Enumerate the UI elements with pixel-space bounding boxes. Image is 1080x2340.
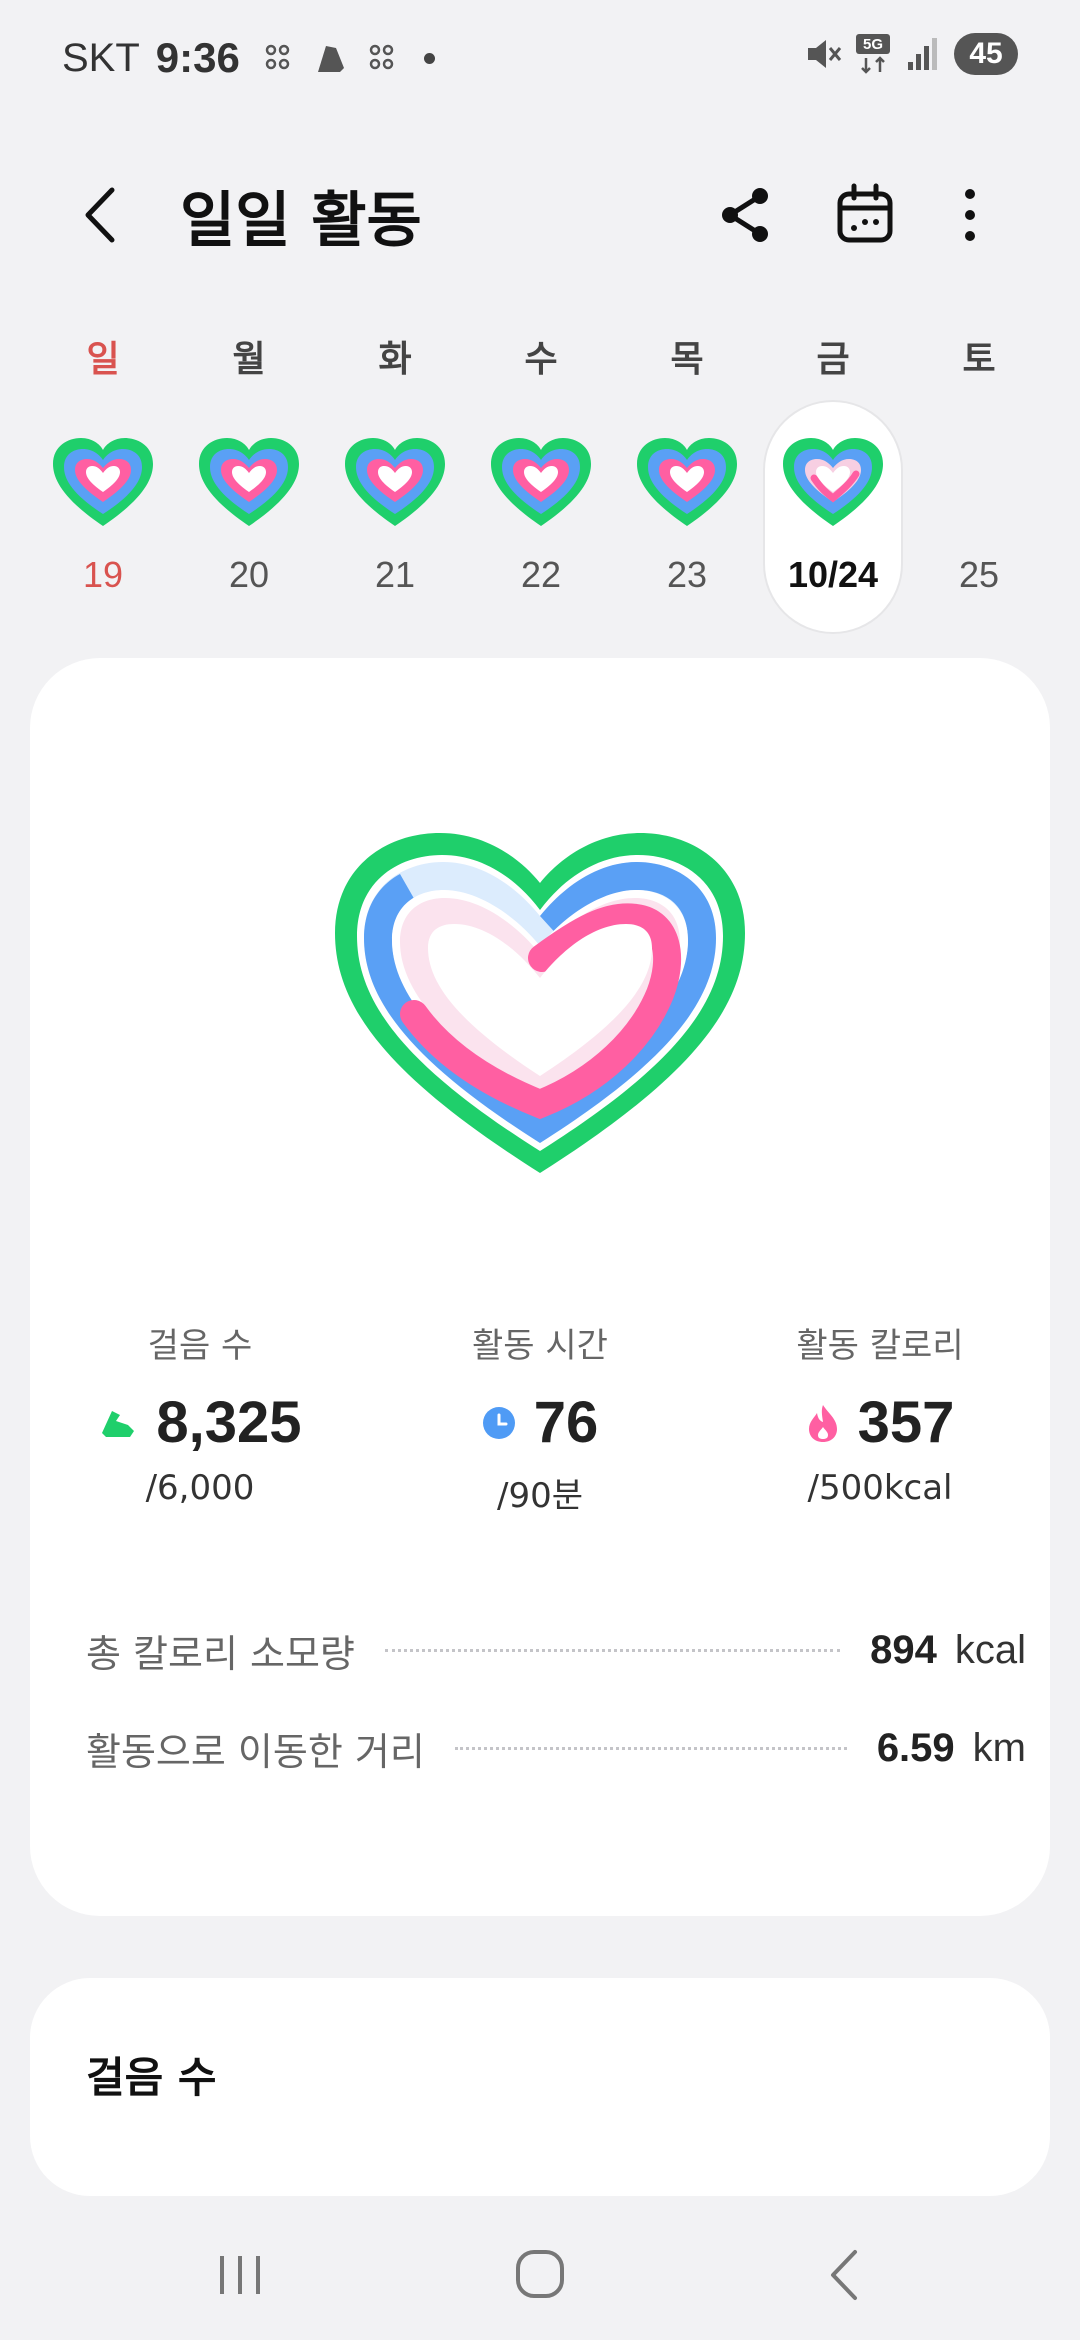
battery-indicator: 45 <box>954 33 1018 75</box>
total-calories-row: 총 칼로리 소모량 894 kcal <box>86 1620 1026 1680</box>
active-calories-value: 357 <box>857 1390 955 1455</box>
day-friday-selected[interactable]: 금 10/24 <box>763 330 903 632</box>
status-bar: SKT 9:36 5G 45 <box>0 0 1080 115</box>
active-time-stat[interactable]: 활동 시간 76 /90분 <box>370 1318 710 1517</box>
activity-heart-icon <box>783 438 883 526</box>
day-sunday[interactable]: 일 19 <box>33 330 173 630</box>
day-wednesday[interactable]: 수 22 <box>471 330 611 630</box>
activity-heart-icon <box>637 438 737 526</box>
calendar-icon <box>837 183 893 243</box>
steps-card[interactable]: 걸음 수 <box>30 1978 1050 2196</box>
day-date: 10/24 <box>787 554 879 595</box>
day-date: 19 <box>82 554 124 595</box>
day-tuesday[interactable]: 화 21 <box>325 330 465 630</box>
activity-stats: 걸음 수 8,325 /6,000 활동 시간 76 /90분 활동 칼로리 3… <box>30 1318 1050 1518</box>
dotted-leader <box>384 1648 841 1652</box>
back-arrow-icon <box>831 2250 857 2300</box>
day-date: 21 <box>374 554 416 595</box>
activity-heart-icon <box>491 438 591 526</box>
distance-unit: km <box>972 1725 1026 1770</box>
back-button[interactable] <box>70 180 140 250</box>
day-date: 20 <box>228 554 270 595</box>
daily-activity-card: 걸음 수 8,325 /6,000 활동 시간 76 /90분 활동 칼로리 3… <box>30 658 1050 1916</box>
day-name: 화 <box>378 339 412 380</box>
shoe-icon <box>102 1410 135 1437</box>
network-5g-icon: 5G <box>856 34 890 74</box>
day-date: 25 <box>958 554 1000 595</box>
total-calories-unit: kcal <box>954 1627 1026 1672</box>
week-selector: 일 19 월 20 화 21 수 22 목 23 금 10/24 토 25 <box>0 330 1080 640</box>
day-thursday[interactable]: 목 23 <box>617 330 757 630</box>
activity-heart-icon <box>53 438 153 526</box>
home-icon <box>516 2250 564 2298</box>
day-date: 22 <box>520 554 562 595</box>
more-options-button[interactable] <box>940 180 1010 250</box>
active-time-value: 76 <box>533 1390 599 1455</box>
day-name: 목 <box>670 339 704 380</box>
clock-icon <box>482 1406 515 1439</box>
home-button[interactable] <box>500 2240 580 2310</box>
recent-apps-icon <box>220 2256 260 2294</box>
page-title: 일일 활동 <box>180 186 422 256</box>
steps-goal: /6,000 <box>145 1468 255 1508</box>
active-calories-stat[interactable]: 활동 칼로리 357 /500kcal <box>710 1318 1050 1508</box>
activity-heart-icon <box>345 438 445 526</box>
share-button[interactable] <box>710 180 780 250</box>
steps-card-title: 걸음 수 <box>86 2053 217 2102</box>
distance-row: 활동으로 이동한 거리 6.59 km <box>86 1718 1026 1778</box>
active-calories-label: 활동 칼로리 <box>796 1326 964 1366</box>
day-name: 금 <box>816 339 850 380</box>
system-navigation-bar <box>0 2200 1080 2340</box>
distance-label: 활동으로 이동한 거리 <box>86 1729 425 1774</box>
active-calories-goal: /500kcal <box>807 1468 953 1508</box>
app-notification-icon <box>265 44 290 70</box>
steps-value: 8,325 <box>156 1390 302 1455</box>
activity-rings-heart <box>335 833 745 1173</box>
system-back-button[interactable] <box>805 2240 885 2310</box>
carrier-label: SKT <box>62 35 140 80</box>
day-name: 수 <box>524 339 558 380</box>
calendar-button[interactable] <box>830 180 900 250</box>
signal-icon <box>908 38 937 70</box>
steps-label: 걸음 수 <box>147 1326 253 1366</box>
more-vertical-icon <box>965 189 975 241</box>
total-calories-label: 총 칼로리 소모량 <box>86 1631 355 1676</box>
day-monday[interactable]: 월 20 <box>179 330 319 630</box>
share-icon <box>722 188 768 242</box>
active-time-goal: /90분 <box>497 1476 583 1516</box>
day-name: 일 <box>86 339 120 380</box>
app-notification-icon-2 <box>369 44 394 70</box>
mute-icon <box>808 40 842 68</box>
flame-icon <box>808 1404 837 1442</box>
day-date: 23 <box>666 554 708 595</box>
day-name: 월 <box>232 339 266 380</box>
more-notifications-dot <box>423 52 435 64</box>
active-time-label: 활동 시간 <box>472 1326 608 1366</box>
shoe-notification-icon <box>317 46 344 72</box>
network-5g-label: 5G <box>863 36 883 53</box>
recent-apps-button[interactable] <box>200 2240 280 2310</box>
activity-heart-icon <box>199 438 299 526</box>
total-calories-value: 894 <box>870 1627 937 1672</box>
dotted-leader <box>454 1746 847 1750</box>
day-saturday[interactable]: 토 25 <box>909 330 1049 630</box>
app-header: 일일 활동 <box>0 160 1080 270</box>
day-name: 토 <box>962 339 996 380</box>
distance-value: 6.59 <box>876 1725 955 1770</box>
steps-stat[interactable]: 걸음 수 8,325 /6,000 <box>30 1318 370 1508</box>
status-clock: 9:36 <box>155 34 240 81</box>
